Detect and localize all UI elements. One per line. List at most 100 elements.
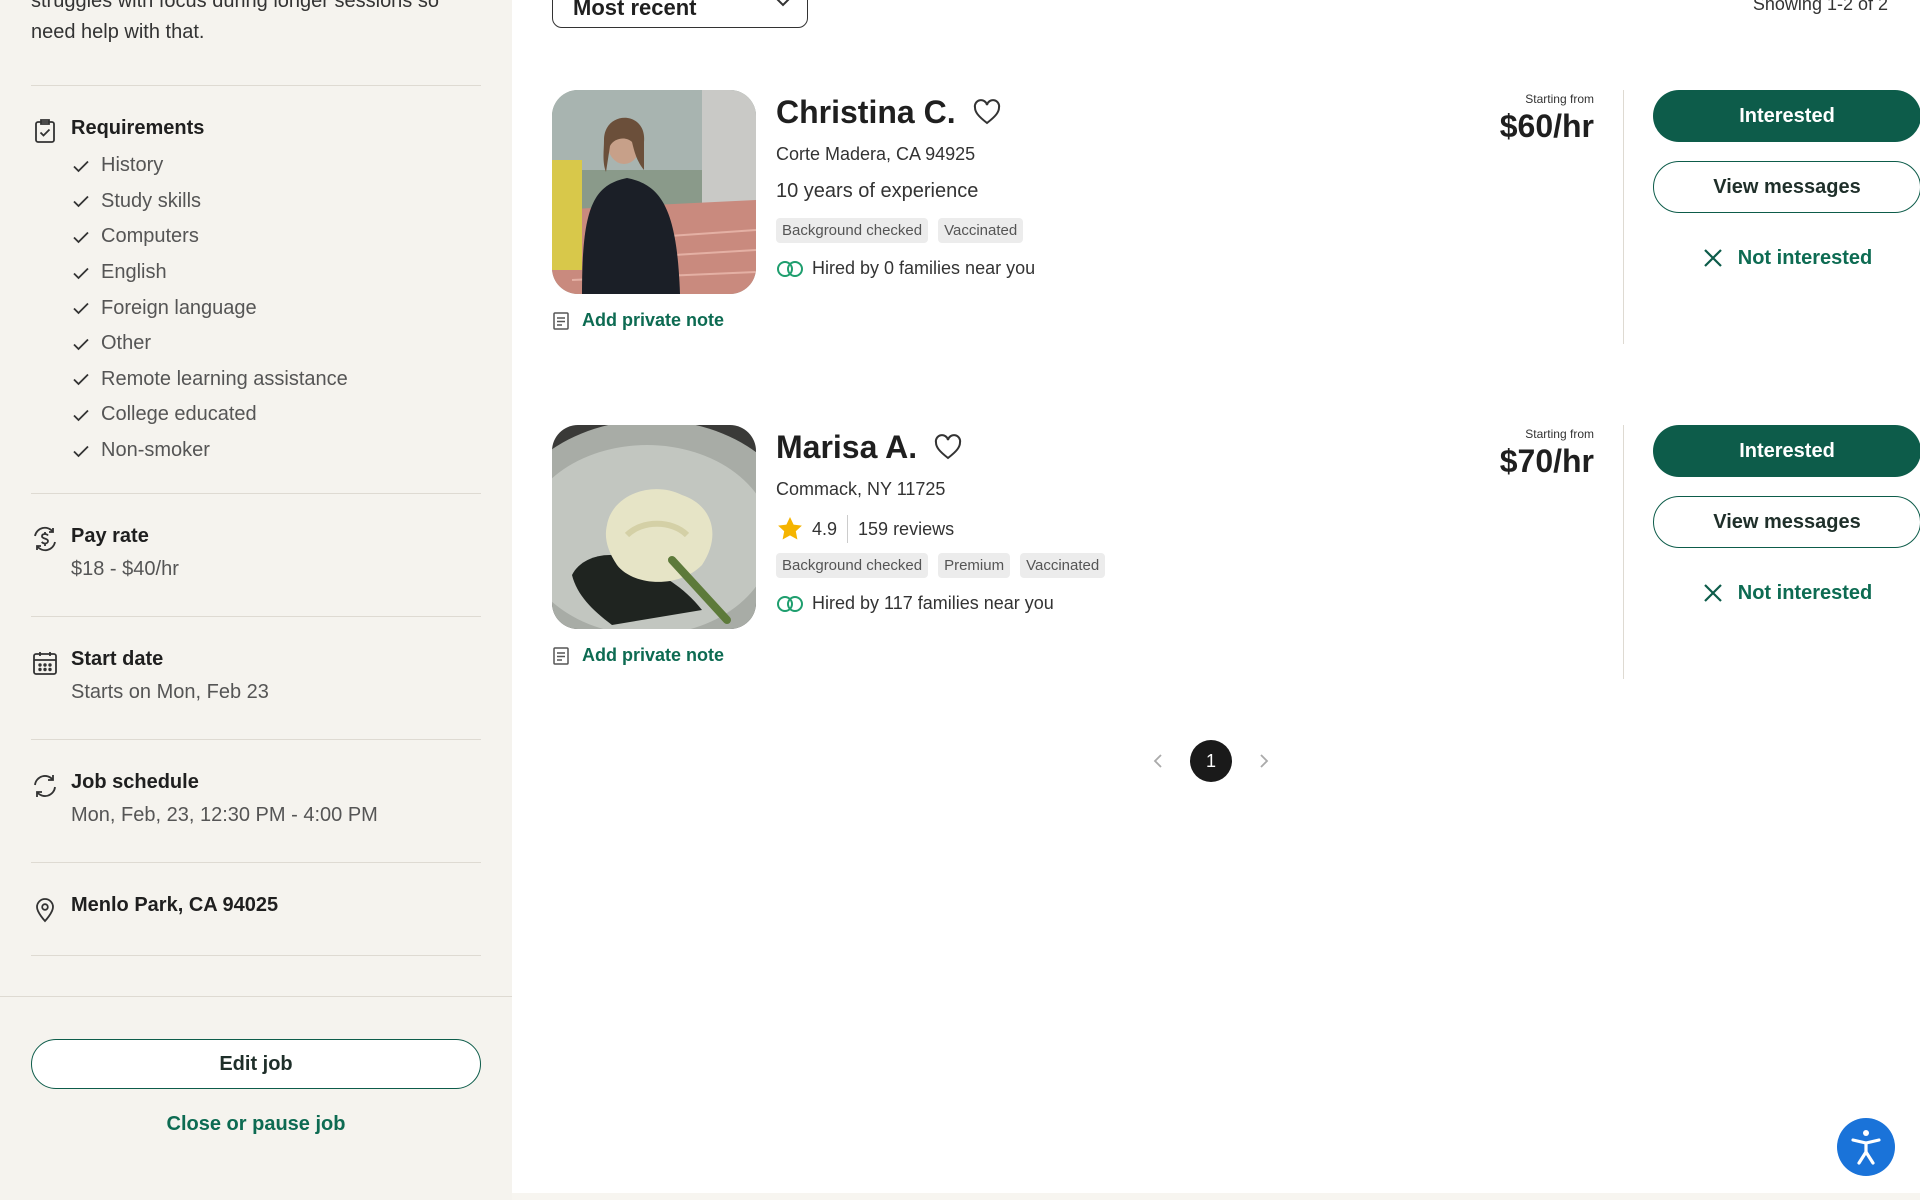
requirement-label: Foreign language — [101, 296, 257, 319]
job-schedule-value: Mon, Feb, 23, 12:30 PM - 4:00 PM — [71, 804, 378, 826]
add-private-note-link[interactable]: Add private note — [552, 645, 724, 666]
divider — [31, 616, 481, 617]
chevron-left-icon[interactable] — [1152, 753, 1164, 769]
money-cycle-icon — [34, 526, 56, 552]
pay-rate-value: $18 - $40/hr — [71, 558, 179, 580]
requirement-item: Foreign language — [71, 290, 348, 326]
rating-row: 4.9 159 reviews — [776, 515, 954, 543]
check-icon — [73, 445, 89, 457]
caregiver-name[interactable]: Marisa A. — [776, 429, 917, 466]
requirement-item: Study skills — [71, 184, 348, 220]
price: $70/hr — [1499, 443, 1594, 479]
price-prefix: Starting from — [1525, 427, 1594, 441]
reviews-count[interactable]: 159 reviews — [858, 519, 954, 540]
close-icon — [1703, 584, 1722, 602]
badge-vaccinated: Vaccinated — [1020, 553, 1106, 578]
requirement-label: College educated — [101, 403, 257, 426]
accessibility-button[interactable] — [1837, 1118, 1895, 1176]
requirement-item: History — [71, 148, 348, 184]
applicants-panel: Most recent Showing 1-2 of 2 Christina C… — [512, 0, 1920, 1193]
requirements-list: History Study skills Computers English Forei… — [71, 148, 348, 468]
check-icon — [73, 231, 89, 244]
not-interested-label: Not interested — [1737, 581, 1873, 604]
clipboard-check-icon — [35, 119, 55, 143]
requirement-label: History — [101, 154, 164, 177]
caregiver-photo[interactable] — [552, 425, 756, 629]
view-messages-button[interactable]: View messages — [1653, 496, 1920, 548]
caregiver-experience: 10 years of experience — [776, 180, 979, 202]
start-date-title: Start date — [71, 648, 164, 670]
chevron-right-icon[interactable] — [1258, 753, 1270, 769]
job-sidebar: struggles with focus during longer sessi… — [0, 0, 512, 1200]
rating-separator — [847, 515, 849, 543]
job-description: struggles with focus during longer sessi… — [31, 0, 439, 43]
note-icon — [553, 646, 569, 665]
check-icon — [73, 267, 89, 279]
edit-job-button[interactable]: Edit job — [31, 1039, 481, 1089]
requirement-item: College educated — [71, 397, 348, 433]
calendar-icon — [33, 652, 57, 675]
check-icon — [73, 303, 89, 315]
footer-divider — [0, 996, 512, 997]
pagination: 1 — [1152, 740, 1270, 782]
not-interested-button[interactable]: Not interested — [1653, 567, 1920, 619]
page-button-current[interactable]: 1 — [1190, 740, 1232, 782]
note-icon — [553, 311, 569, 330]
add-private-note-link[interactable]: Add private note — [552, 310, 724, 331]
hired-text: Hired by 117 families near you — [812, 593, 1054, 613]
start-date-value: Starts on Mon, Feb 23 — [71, 681, 269, 703]
not-interested-label: Not interested — [1737, 246, 1873, 269]
caregiver-card: Christina C. Corte Madera, CA 94925 10 y… — [552, 90, 1920, 360]
hired-rings-icon — [777, 260, 803, 277]
badge-background-checked: Background checked — [776, 553, 929, 578]
requirement-item: Computers — [71, 219, 348, 255]
requirement-label: Non-smoker — [101, 439, 210, 462]
caregiver-name[interactable]: Christina C. — [776, 94, 956, 131]
pay-rate-title: Pay rate — [71, 525, 149, 547]
chevron-down-icon — [776, 0, 790, 7]
divider — [31, 85, 481, 86]
interested-button[interactable]: Interested — [1653, 90, 1920, 142]
caregiver-location: Commack, NY 11725 — [776, 479, 946, 499]
badge-list: Background checked Vaccinated — [776, 218, 1024, 243]
requirement-item: English — [71, 255, 348, 291]
map-pin-icon — [36, 898, 54, 923]
hired-summary: Hired by 0 families near you — [776, 258, 1035, 279]
star-icon — [778, 517, 802, 540]
add-private-note-label: Add private note — [582, 310, 725, 330]
requirement-item: Remote learning assistance — [71, 362, 348, 398]
refresh-icon — [34, 775, 56, 797]
caregiver-card: Marisa A. Commack, NY 11725 4.9 159 revi… — [552, 425, 1920, 695]
price: $60/hr — [1499, 108, 1594, 144]
hired-rings-icon — [777, 595, 803, 612]
badge-background-checked: Background checked — [776, 218, 929, 243]
not-interested-button[interactable]: Not interested — [1653, 232, 1920, 284]
requirement-item: Other — [71, 326, 348, 362]
interested-button[interactable]: Interested — [1653, 425, 1920, 477]
caregiver-photo[interactable] — [552, 90, 756, 294]
requirement-label: English — [101, 261, 167, 284]
check-icon — [73, 338, 89, 351]
vertical-divider — [1623, 425, 1624, 679]
close-icon — [1703, 249, 1722, 267]
hired-summary: Hired by 117 families near you — [776, 593, 1054, 614]
requirement-label: Study skills — [101, 189, 202, 212]
job-location: Menlo Park, CA 94025 — [71, 894, 279, 916]
rating-value: 4.9 — [812, 518, 838, 539]
caregiver-name-row: Christina C. — [776, 90, 1002, 134]
heart-icon[interactable] — [933, 433, 963, 461]
badge-premium: Premium — [938, 553, 1011, 578]
requirements-title: Requirements — [71, 117, 205, 139]
close-or-pause-job-link[interactable]: Close or pause job — [31, 1113, 481, 1136]
view-messages-button[interactable]: View messages — [1653, 161, 1920, 213]
divider — [31, 739, 481, 740]
check-icon — [73, 409, 89, 422]
check-icon — [73, 196, 89, 208]
check-icon — [73, 374, 89, 386]
divider — [31, 862, 481, 863]
heart-icon[interactable] — [972, 98, 1002, 126]
sort-select[interactable]: Most recent — [552, 0, 808, 28]
vertical-divider — [1623, 90, 1624, 344]
requirement-label: Remote learning assistance — [101, 367, 348, 390]
job-schedule-title: Job schedule — [71, 771, 199, 793]
